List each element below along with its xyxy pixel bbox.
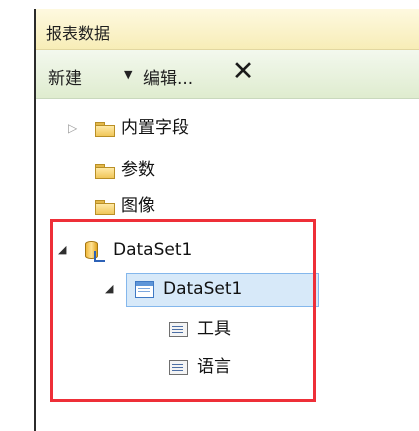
tree-item-label: DataSet1 <box>163 279 243 299</box>
field-icon <box>169 360 188 375</box>
tree-item-label: 参数 <box>121 160 155 180</box>
tree-item-label: 图像 <box>121 196 155 216</box>
tree-item-label: 工具 <box>197 319 231 339</box>
tree-item-label: 语言 <box>197 357 231 377</box>
tree-item-field[interactable]: 语言 <box>36 352 416 382</box>
tree-item-data-source[interactable]: ◢ DataSet1 <box>36 235 416 265</box>
tree-item-dataset[interactable]: ◢ DataSet1 <box>36 274 416 304</box>
toolbar: 新建 ▼ 编辑... ✕ <box>36 50 419 99</box>
dataset-table-icon <box>135 281 154 298</box>
tree-item-images[interactable]: 图像 <box>36 191 416 221</box>
collapse-arrow-icon[interactable]: ◢ <box>58 235 66 265</box>
tree-item-label: DataSet1 <box>113 240 193 260</box>
data-source-icon <box>84 240 106 262</box>
collapse-arrow-icon[interactable]: ◢ <box>105 274 113 304</box>
new-dropdown-arrow-icon[interactable]: ▼ <box>124 68 132 81</box>
report-data-panel: 报表数据 新建 ▼ 编辑... ✕ ▷ 内置字段 参数 图像 ◢ DataSet… <box>34 9 419 431</box>
tree-item-field[interactable]: 工具 <box>36 314 416 344</box>
tree-item-label: 内置字段 <box>121 118 189 138</box>
expand-arrow-icon[interactable]: ▷ <box>68 113 77 143</box>
tree-item-builtin-fields[interactable]: ▷ 内置字段 <box>36 113 416 143</box>
folder-icon <box>95 200 115 215</box>
tree-item-parameters[interactable]: 参数 <box>36 155 416 185</box>
folder-icon <box>95 164 115 179</box>
folder-icon <box>95 122 115 137</box>
new-button[interactable]: 新建 <box>48 64 82 89</box>
panel-title: 报表数据 <box>46 24 111 43</box>
delete-icon[interactable]: ✕ <box>230 58 256 86</box>
panel-title-bar: 报表数据 <box>36 9 419 50</box>
field-icon <box>169 322 188 337</box>
edit-button[interactable]: 编辑... <box>143 64 193 89</box>
